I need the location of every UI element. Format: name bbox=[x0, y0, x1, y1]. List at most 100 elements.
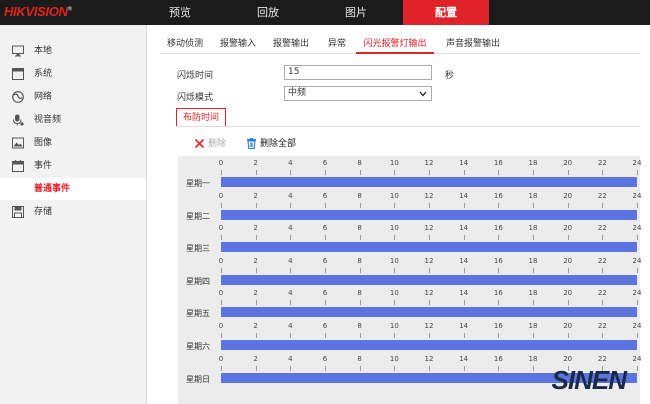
hour-tick-mark bbox=[394, 267, 396, 273]
hour-tick-mark bbox=[359, 300, 361, 306]
hour-tick-label: 2 bbox=[253, 191, 258, 200]
hour-tick-mark bbox=[255, 365, 257, 371]
hour-tick-mark bbox=[394, 235, 396, 241]
sidebar-item-label: 视音频 bbox=[34, 115, 62, 125]
hour-tick-mark bbox=[602, 267, 604, 273]
hour-tick-mark bbox=[533, 333, 534, 338]
close-icon bbox=[194, 138, 205, 149]
hour-tick-mark bbox=[255, 235, 257, 241]
sidebar-item-image[interactable]: 图像 bbox=[0, 132, 146, 154]
schedule-time-bar[interactable] bbox=[221, 242, 637, 253]
hour-tick-label: 14 bbox=[459, 354, 469, 363]
nav-playback[interactable]: 回放 bbox=[238, 0, 298, 25]
hour-tick-mark bbox=[498, 365, 500, 371]
sinen-watermark: SINEN bbox=[551, 365, 627, 395]
hour-tick-label: 16 bbox=[493, 256, 503, 265]
nav-preview[interactable]: 预览 bbox=[150, 0, 210, 25]
microphone-icon bbox=[13, 114, 24, 126]
hour-tick-mark bbox=[359, 267, 361, 273]
schedule-time-bar[interactable] bbox=[221, 307, 637, 318]
hour-tick-label: 14 bbox=[459, 256, 469, 265]
schedule-time-bar[interactable] bbox=[221, 209, 637, 220]
day-label: 星期四 bbox=[186, 276, 210, 286]
hour-tick-label: 14 bbox=[459, 191, 469, 200]
schedule-time-bar[interactable] bbox=[221, 274, 637, 285]
hour-tick-label: 8 bbox=[357, 256, 362, 265]
delete-all-label: 删除全部 bbox=[260, 139, 297, 149]
flash-time-unit: 秒 bbox=[445, 71, 455, 81]
hour-tick-label: 18 bbox=[528, 191, 538, 200]
sidebar-item-label: 网络 bbox=[34, 92, 53, 102]
hour-tick-label: 10 bbox=[389, 289, 399, 298]
hour-tick-mark bbox=[359, 333, 361, 338]
event-tabs: 移动侦测 报警输入 报警输出 异常 闪光报警灯输出 声音报警输出 bbox=[160, 35, 640, 54]
sidebar-item-system[interactable]: 系统 bbox=[0, 63, 146, 85]
schedule-row: 星期六 0 2 4 6 8 10 12 14 16 18 20 22 24 bbox=[178, 319, 641, 352]
hour-tick-mark bbox=[290, 333, 292, 338]
hour-tick-mark bbox=[567, 333, 569, 338]
hour-tick-label: 14 bbox=[459, 224, 469, 233]
hour-tick-mark bbox=[290, 300, 292, 306]
tab-flash-alarm-light-output[interactable]: 闪光报警灯输出 bbox=[356, 35, 434, 54]
nav-configuration[interactable]: 配置 bbox=[403, 0, 489, 25]
tab-alarm-output[interactable]: 报警输出 bbox=[268, 35, 314, 53]
hour-tick-mark bbox=[325, 267, 326, 273]
schedule-time-bar[interactable] bbox=[221, 177, 637, 187]
hour-tick-label: 8 bbox=[357, 289, 362, 298]
sidebar-item-network[interactable]: 网络 bbox=[0, 86, 146, 108]
tab-motion-detection[interactable]: 移动侦测 bbox=[160, 35, 210, 53]
hour-tick-mark bbox=[221, 267, 222, 273]
sidebar-item-storage[interactable]: 存储 bbox=[0, 201, 146, 223]
hour-tick-mark bbox=[498, 267, 500, 273]
hour-tick-label: 0 bbox=[218, 224, 224, 233]
hour-tick-mark bbox=[602, 202, 604, 208]
hour-tick-label: 12 bbox=[424, 289, 434, 298]
hour-tick-mark bbox=[221, 202, 222, 208]
hour-tick-mark bbox=[394, 333, 396, 338]
tab-audible-alarm-output[interactable]: 声音报警输出 bbox=[442, 35, 504, 53]
hour-tick-label: 24 bbox=[632, 256, 642, 265]
sidebar-item-event[interactable]: 事件 bbox=[0, 155, 146, 177]
hour-tick-mark bbox=[602, 300, 604, 306]
hour-tick-label: 4 bbox=[288, 289, 293, 298]
schedule-row: 星期三 0 2 4 6 8 10 12 14 16 18 20 22 24 bbox=[178, 221, 641, 254]
sidebar-item-local[interactable]: 本地 bbox=[0, 40, 146, 62]
hour-tick-mark bbox=[394, 170, 396, 175]
tab-arming-schedule[interactable]: 布防时间 bbox=[176, 108, 226, 126]
hour-tick-mark bbox=[429, 202, 430, 208]
hour-tick-label: 20 bbox=[563, 322, 573, 330]
hour-tick-mark bbox=[567, 267, 569, 273]
hour-tick-label: 22 bbox=[597, 224, 607, 233]
hour-tick-label: 0 bbox=[218, 322, 224, 330]
top-navigation-bar: HIKVISION® 预览 回放 图片 配置 bbox=[0, 0, 650, 25]
hour-tick-mark bbox=[567, 202, 569, 208]
hour-tick-label: 24 bbox=[632, 191, 642, 200]
hour-tick-label: 24 bbox=[632, 159, 642, 167]
tab-exception[interactable]: 异常 bbox=[324, 35, 350, 53]
hour-tick-label: 10 bbox=[389, 322, 399, 330]
sidebar-item-video-audio[interactable]: 视音频 bbox=[0, 109, 146, 131]
sidebar-item-label: 系统 bbox=[34, 69, 53, 79]
sidebar-item-basic-event[interactable]: 普通事件 bbox=[0, 178, 146, 200]
flash-time-input[interactable]: 15 bbox=[284, 65, 432, 80]
hour-tick-label: 8 bbox=[357, 322, 362, 330]
hour-tick-mark bbox=[429, 365, 430, 371]
delete-label: 删除 bbox=[208, 139, 227, 149]
hour-tick-label: 20 bbox=[563, 191, 573, 200]
hour-tick-label: 10 bbox=[389, 191, 399, 200]
tab-alarm-input[interactable]: 报警输入 bbox=[216, 35, 260, 53]
hour-tick-mark bbox=[255, 300, 257, 306]
hour-tick-mark bbox=[325, 202, 326, 208]
hour-tick-mark bbox=[325, 300, 326, 306]
hour-tick-label: 4 bbox=[288, 354, 293, 363]
hour-tick-label: 0 bbox=[218, 256, 224, 265]
hour-tick-label: 12 bbox=[424, 322, 434, 330]
day-label: 星期一 bbox=[186, 179, 210, 188]
hour-tick-label: 18 bbox=[528, 354, 538, 363]
subtab-divider bbox=[176, 126, 640, 127]
flash-mode-select[interactable]: 中频 bbox=[284, 86, 432, 101]
hour-tick-mark bbox=[221, 365, 222, 371]
hour-tick-label: 18 bbox=[528, 159, 538, 167]
schedule-time-bar[interactable] bbox=[221, 340, 637, 350]
nav-picture[interactable]: 图片 bbox=[326, 0, 386, 25]
